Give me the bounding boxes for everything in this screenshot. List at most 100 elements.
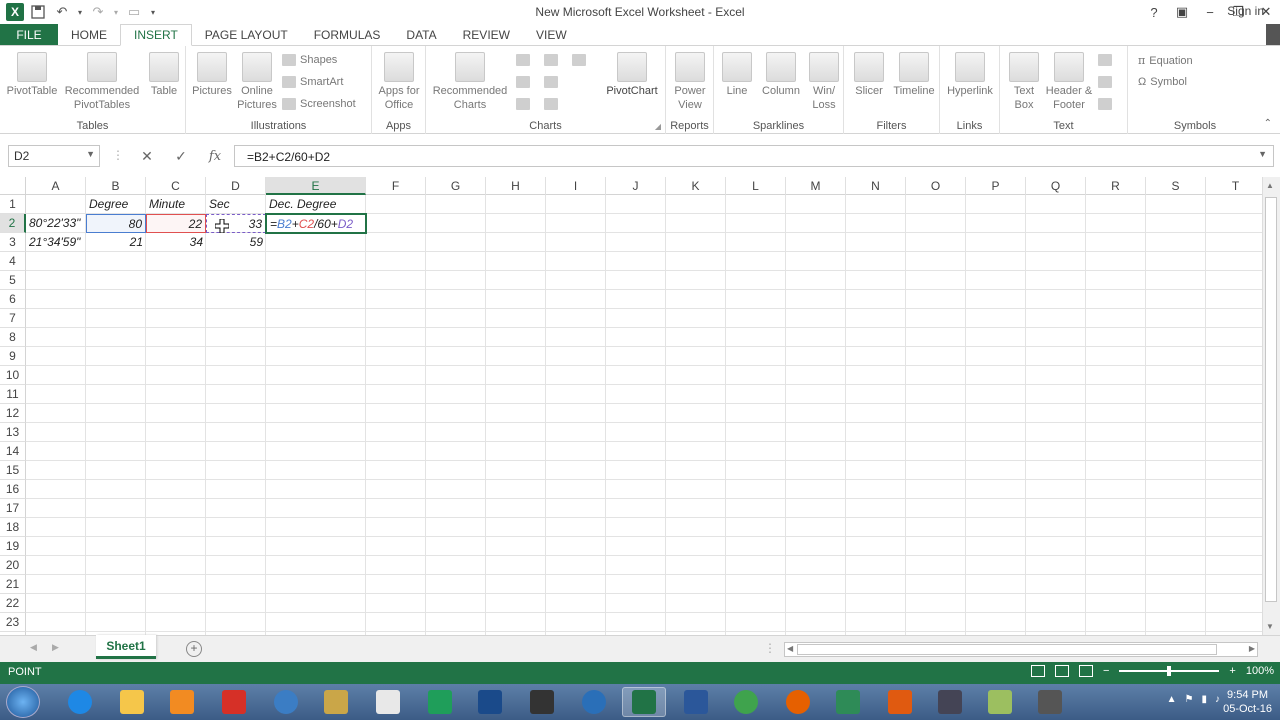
zoom-level[interactable]: 100% (1246, 665, 1274, 677)
online-pictures-button[interactable]: Online Pictures (236, 52, 278, 112)
row-header-10[interactable]: 10 (0, 366, 26, 385)
equation-button[interactable]: π Equation (1138, 54, 1193, 67)
timeline-button[interactable]: Timeline (890, 52, 938, 98)
name-box[interactable]: D2 ▼ (8, 145, 100, 167)
table-button[interactable]: Table (146, 52, 182, 98)
line-chart-button[interactable] (516, 76, 530, 88)
taskbar-ie-icon[interactable] (58, 687, 102, 717)
scatter-chart-button[interactable] (544, 98, 558, 110)
pivotchart-button[interactable]: PivotChart (602, 52, 662, 98)
taskbar-app-notes-icon[interactable] (366, 687, 410, 717)
cell-E1[interactable]: Dec. Degree (266, 195, 366, 214)
redo-dropdown-icon[interactable]: ▾ (112, 2, 120, 22)
power-view-button[interactable]: Power View (668, 52, 712, 112)
formula-bar-resize-handle[interactable]: ⋮ (112, 148, 124, 162)
cell-B2[interactable]: 80 (86, 214, 146, 233)
sparkline-column-button[interactable]: Column (758, 52, 804, 98)
recommended-charts-button[interactable]: Recommended Charts (430, 52, 510, 112)
row-header-22[interactable]: 22 (0, 594, 26, 613)
taskbar-google-earth-icon[interactable] (572, 687, 616, 717)
row-header-12[interactable]: 12 (0, 404, 26, 423)
row-header-9[interactable]: 9 (0, 347, 26, 366)
taskbar-word-icon[interactable] (674, 687, 718, 717)
column-header-P[interactable]: P (966, 177, 1026, 195)
column-header-A[interactable]: A (26, 177, 86, 195)
zoom-slider-knob[interactable] (1167, 666, 1172, 676)
page-layout-view-icon[interactable] (1054, 665, 1069, 677)
row-header-19[interactable]: 19 (0, 537, 26, 556)
column-header-K[interactable]: K (666, 177, 726, 195)
row-header-2[interactable]: 2 (0, 214, 26, 233)
tray-expand-icon[interactable]: ▲ (1167, 694, 1177, 705)
vertical-scrollbar[interactable]: ▲ ▼ (1262, 177, 1280, 635)
vertical-scroll-thumb[interactable] (1265, 197, 1277, 602)
name-box-dropdown-icon[interactable]: ▼ (86, 149, 95, 159)
cell-C2[interactable]: 22 (146, 214, 206, 233)
pictures-button[interactable]: Pictures (190, 52, 234, 98)
expand-formula-bar-icon[interactable]: ▼ (1258, 149, 1267, 159)
zoom-slider[interactable] (1119, 666, 1220, 676)
header-footer-button[interactable]: Header & Footer (1044, 52, 1094, 112)
apps-for-office-button[interactable]: Apps for Office (374, 52, 424, 112)
column-header-D[interactable]: D (206, 177, 266, 195)
cell-B1[interactable]: Degree (86, 195, 146, 214)
column-header-R[interactable]: R (1086, 177, 1146, 195)
column-header-Q[interactable]: Q (1026, 177, 1086, 195)
taskbar-app-red-icon[interactable] (212, 687, 256, 717)
row-header-8[interactable]: 8 (0, 328, 26, 347)
row-header-17[interactable]: 17 (0, 499, 26, 518)
taskbar-app-orange-icon[interactable] (878, 687, 922, 717)
normal-view-icon[interactable] (1030, 665, 1045, 677)
taskbar-calculator-icon[interactable] (826, 687, 870, 717)
cell-A3[interactable]: 21°34'59" (26, 233, 86, 252)
signature-line-button[interactable] (1098, 76, 1112, 88)
row-header-15[interactable]: 15 (0, 461, 26, 480)
cell-D3[interactable]: 59 (206, 233, 266, 252)
row-header-14[interactable]: 14 (0, 442, 26, 461)
hyperlink-button[interactable]: Hyperlink (942, 52, 998, 98)
column-header-L[interactable]: L (726, 177, 786, 195)
cell-C1[interactable]: Minute (146, 195, 206, 214)
row-header-1[interactable]: 1 (0, 195, 26, 214)
column-header-G[interactable]: G (426, 177, 486, 195)
taskbar-app-blue-icon[interactable] (468, 687, 512, 717)
scroll-left-icon[interactable]: ◀ (787, 644, 793, 653)
taskbar-video-player-icon[interactable] (928, 687, 972, 717)
tab-view[interactable]: VIEW (523, 24, 580, 46)
taskbar-app-box-icon[interactable] (314, 687, 358, 717)
select-all-button[interactable] (0, 177, 26, 195)
wordart-button[interactable] (1098, 54, 1112, 66)
taskbar-explorer-icon[interactable] (110, 687, 154, 717)
tab-home[interactable]: HOME (58, 24, 120, 46)
column-header-C[interactable]: C (146, 177, 206, 195)
next-sheet-icon[interactable]: ▶ (52, 642, 59, 653)
tray-flag-icon[interactable]: ⚑ (1185, 694, 1194, 705)
taskbar-chrome-icon[interactable] (724, 687, 768, 717)
new-sheet-icon[interactable]: + (186, 641, 202, 657)
screenshot-button[interactable]: Screenshot (282, 98, 356, 110)
bar-chart-button[interactable] (544, 54, 558, 66)
column-header-J[interactable]: J (606, 177, 666, 195)
worksheet-grid[interactable]: ABCDEFGHIJKLMNOPQRST 1 2 3 4 5 6 7 8 9 10 11 12 13 14… (0, 177, 1262, 635)
horizontal-scroll-thumb[interactable] (797, 644, 1217, 655)
row-header-13[interactable]: 13 (0, 423, 26, 442)
row-header-20[interactable]: 20 (0, 556, 26, 575)
taskbar-excel-icon[interactable] (622, 687, 666, 717)
insert-function-icon[interactable]: fx (204, 146, 226, 166)
pivottable-button[interactable]: PivotTable (4, 52, 60, 98)
area-chart-button[interactable] (544, 76, 558, 88)
redo-icon[interactable]: ↷ (88, 2, 108, 22)
tab-file[interactable]: FILE (0, 24, 58, 46)
start-button-icon[interactable] (6, 686, 40, 718)
zoom-in-icon[interactable]: + (1229, 665, 1235, 677)
enter-entry-icon[interactable]: ✓ (170, 146, 192, 166)
excel-logo-icon[interactable]: X (6, 3, 24, 21)
text-box-button[interactable]: Text Box (1004, 52, 1044, 112)
minimize-button[interactable]: − (1196, 0, 1224, 24)
help-button[interactable]: ? (1140, 0, 1168, 24)
column-header-M[interactable]: M (786, 177, 846, 195)
tab-formulas[interactable]: FORMULAS (301, 24, 394, 46)
page-break-view-icon[interactable] (1078, 665, 1093, 677)
smartart-button[interactable]: SmartArt (282, 76, 343, 88)
pie-chart-button[interactable] (516, 98, 530, 110)
